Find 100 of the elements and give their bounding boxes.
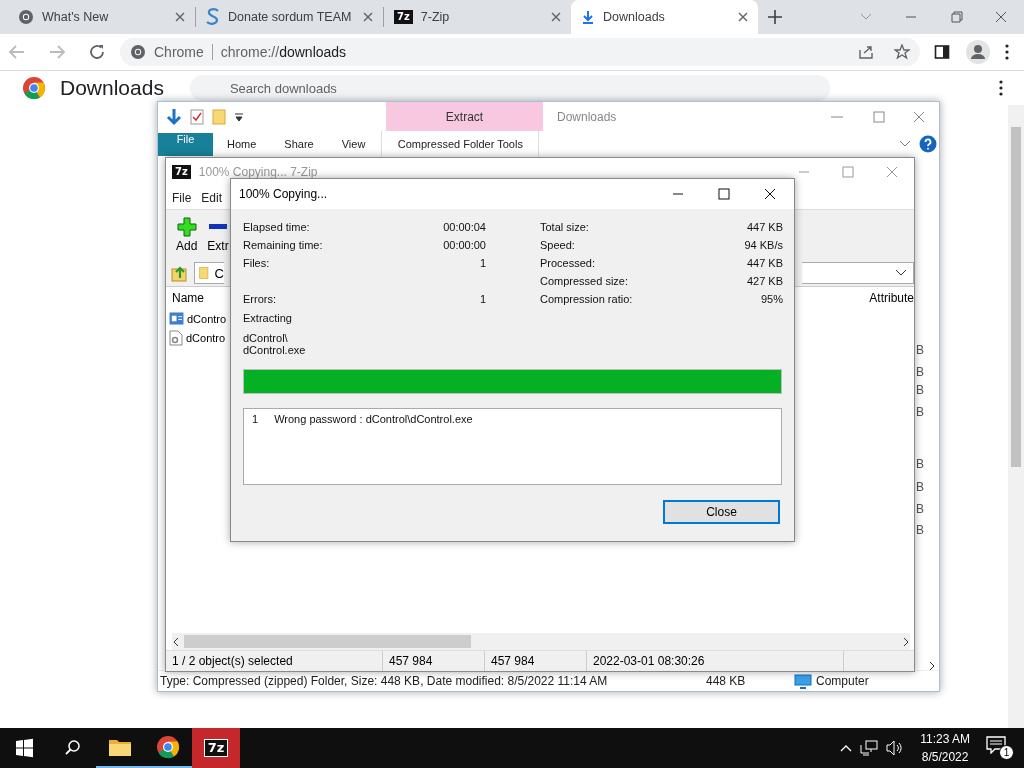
ribbon-tab[interactable]: Share: [270, 131, 328, 156]
size-text: B: [916, 502, 924, 516]
stat-value: 1: [479, 257, 486, 271]
chrome-logo: [22, 76, 46, 100]
ribbon-tab[interactable]: Compressed Folder Tools: [381, 131, 540, 156]
maximize-icon[interactable]: [718, 188, 730, 200]
size-text: B: [916, 383, 924, 397]
message-number: 1: [252, 413, 259, 425]
sevenzip-logo: 7z: [394, 10, 413, 24]
chevron-down-icon[interactable]: [895, 269, 907, 277]
status-text: 1 / 2 object(s) selected: [166, 651, 383, 671]
plus-icon: [176, 217, 197, 237]
browser-tab[interactable]: 7z 7-Zip: [384, 0, 571, 34]
close-icon[interactable]: [764, 188, 776, 200]
toolbar-button[interactable]: Extr: [205, 210, 231, 260]
address-bar[interactable]: Chrome chrome://downloads: [120, 38, 920, 66]
stat-value: 427 KB: [746, 275, 783, 289]
search-field[interactable]: Search downloads: [189, 75, 830, 101]
size-text: B: [916, 343, 924, 357]
file-path: dControl.exe: [243, 344, 307, 356]
star-icon[interactable]: [894, 44, 910, 60]
browser-tab[interactable]: Downloads: [571, 0, 758, 34]
operation-text: Extracting: [243, 312, 293, 326]
volume-icon[interactable]: [886, 740, 905, 756]
folder-up-icon[interactable]: [170, 264, 190, 282]
ribbon-tab[interactable]: Home: [213, 131, 271, 156]
extract-tab[interactable]: Extract: [386, 102, 543, 131]
close-icon[interactable]: [738, 12, 748, 22]
file-row[interactable]: dContro: [166, 309, 227, 328]
toolbar-button[interactable]: Add: [174, 210, 200, 260]
ribbon-tab[interactable]: File: [158, 133, 213, 156]
network-icon[interactable]: [860, 740, 879, 756]
new-tab-icon[interactable]: [768, 10, 782, 24]
dialog-title: 100% Copying...: [239, 187, 328, 201]
letter-s-icon: [206, 8, 220, 26]
path-field[interactable]: C: [194, 262, 224, 284]
taskbar-app[interactable]: 7z: [192, 728, 240, 768]
download-icon: [581, 10, 595, 24]
stat-label: Total size:: [540, 221, 589, 235]
stat-value: 94 KB/s: [744, 239, 783, 253]
stat-label: Compressed size:: [540, 275, 629, 289]
size-text: B: [916, 405, 924, 419]
size-text: B: [916, 457, 924, 471]
browser-tab[interactable]: Donate sordum TEAM: [196, 0, 383, 34]
horizontal-scrollbar[interactable]: [172, 633, 910, 650]
download-icon: [166, 107, 182, 126]
help-icon[interactable]: [919, 134, 937, 153]
share-icon[interactable]: [858, 44, 874, 60]
computer-icon: [794, 673, 812, 689]
clock-date[interactable]: 8/5/2022: [921, 750, 969, 764]
sevenzip-logo: 7z: [172, 165, 191, 179]
message-text: Wrong password : dControl\dControl.exe: [274, 413, 473, 425]
chevron-up-icon[interactable]: [840, 744, 853, 752]
menu-icon[interactable]: [998, 80, 1004, 96]
chrome-icon: [130, 44, 146, 60]
file-row[interactable]: dContro: [166, 328, 226, 347]
status-location: Computer: [816, 674, 869, 688]
status-text: 457 984: [485, 651, 587, 671]
stat-value: 1: [479, 293, 486, 307]
folder-icon: [199, 264, 209, 282]
chrome-logo: [156, 735, 180, 759]
close-button[interactable]: Close: [663, 500, 780, 524]
size-text: B: [916, 365, 924, 379]
menu-icon[interactable]: [1004, 44, 1010, 60]
profile-icon[interactable]: [966, 40, 990, 64]
page-title: Downloads: [60, 76, 164, 100]
status-text: Type: Compressed (zipped) Folder, Size: 448 KB, Date modified: 8/5/2022 11:14 AM: [160, 674, 609, 688]
chevron-left-icon[interactable]: [172, 636, 180, 647]
column-header[interactable]: Name: [172, 291, 204, 305]
stat-label: Files:: [243, 257, 270, 271]
chevron-right-icon[interactable]: [928, 661, 936, 671]
browser-tab[interactable]: What's New: [8, 0, 195, 34]
dropdown-icon[interactable]: [234, 111, 244, 122]
menu-item[interactable]: Edit: [201, 190, 223, 205]
stat-label: Elapsed time:: [243, 221, 310, 235]
side-panel-icon[interactable]: [934, 44, 950, 60]
menu-item[interactable]: File: [172, 190, 192, 205]
stat-label: Processed:: [540, 257, 596, 271]
folder-icon: [108, 737, 132, 757]
stat-label: Compression ratio:: [540, 293, 633, 307]
stat-value: 95%: [760, 293, 783, 307]
scrollbar[interactable]: [1008, 105, 1024, 728]
stat-value: 00:00:00: [443, 239, 486, 253]
chevron-right-icon[interactable]: [902, 636, 910, 647]
site-label: Chrome: [154, 44, 204, 60]
window-title: 100% Copying... 7-Zip: [198, 165, 318, 179]
column-header[interactable]: Attribute: [869, 291, 914, 305]
sevenzip-logo: 7z: [203, 739, 229, 757]
stat-value: 447 KB: [746, 221, 783, 235]
checklist-icon[interactable]: [190, 108, 204, 125]
status-size: 448 KB: [706, 674, 747, 688]
stat-value: 00:00:04: [443, 221, 486, 235]
status-text: 2022-03-01 08:30:26: [587, 651, 844, 671]
size-text: B: [916, 480, 924, 494]
chrome-icon: [18, 9, 34, 25]
file-path: dControl\: [243, 332, 289, 344]
window-title: Downloads: [557, 109, 617, 124]
clock-time[interactable]: 11:23 AM: [920, 732, 970, 746]
ribbon-tab[interactable]: View: [327, 131, 380, 156]
reload-icon[interactable]: [88, 43, 106, 61]
